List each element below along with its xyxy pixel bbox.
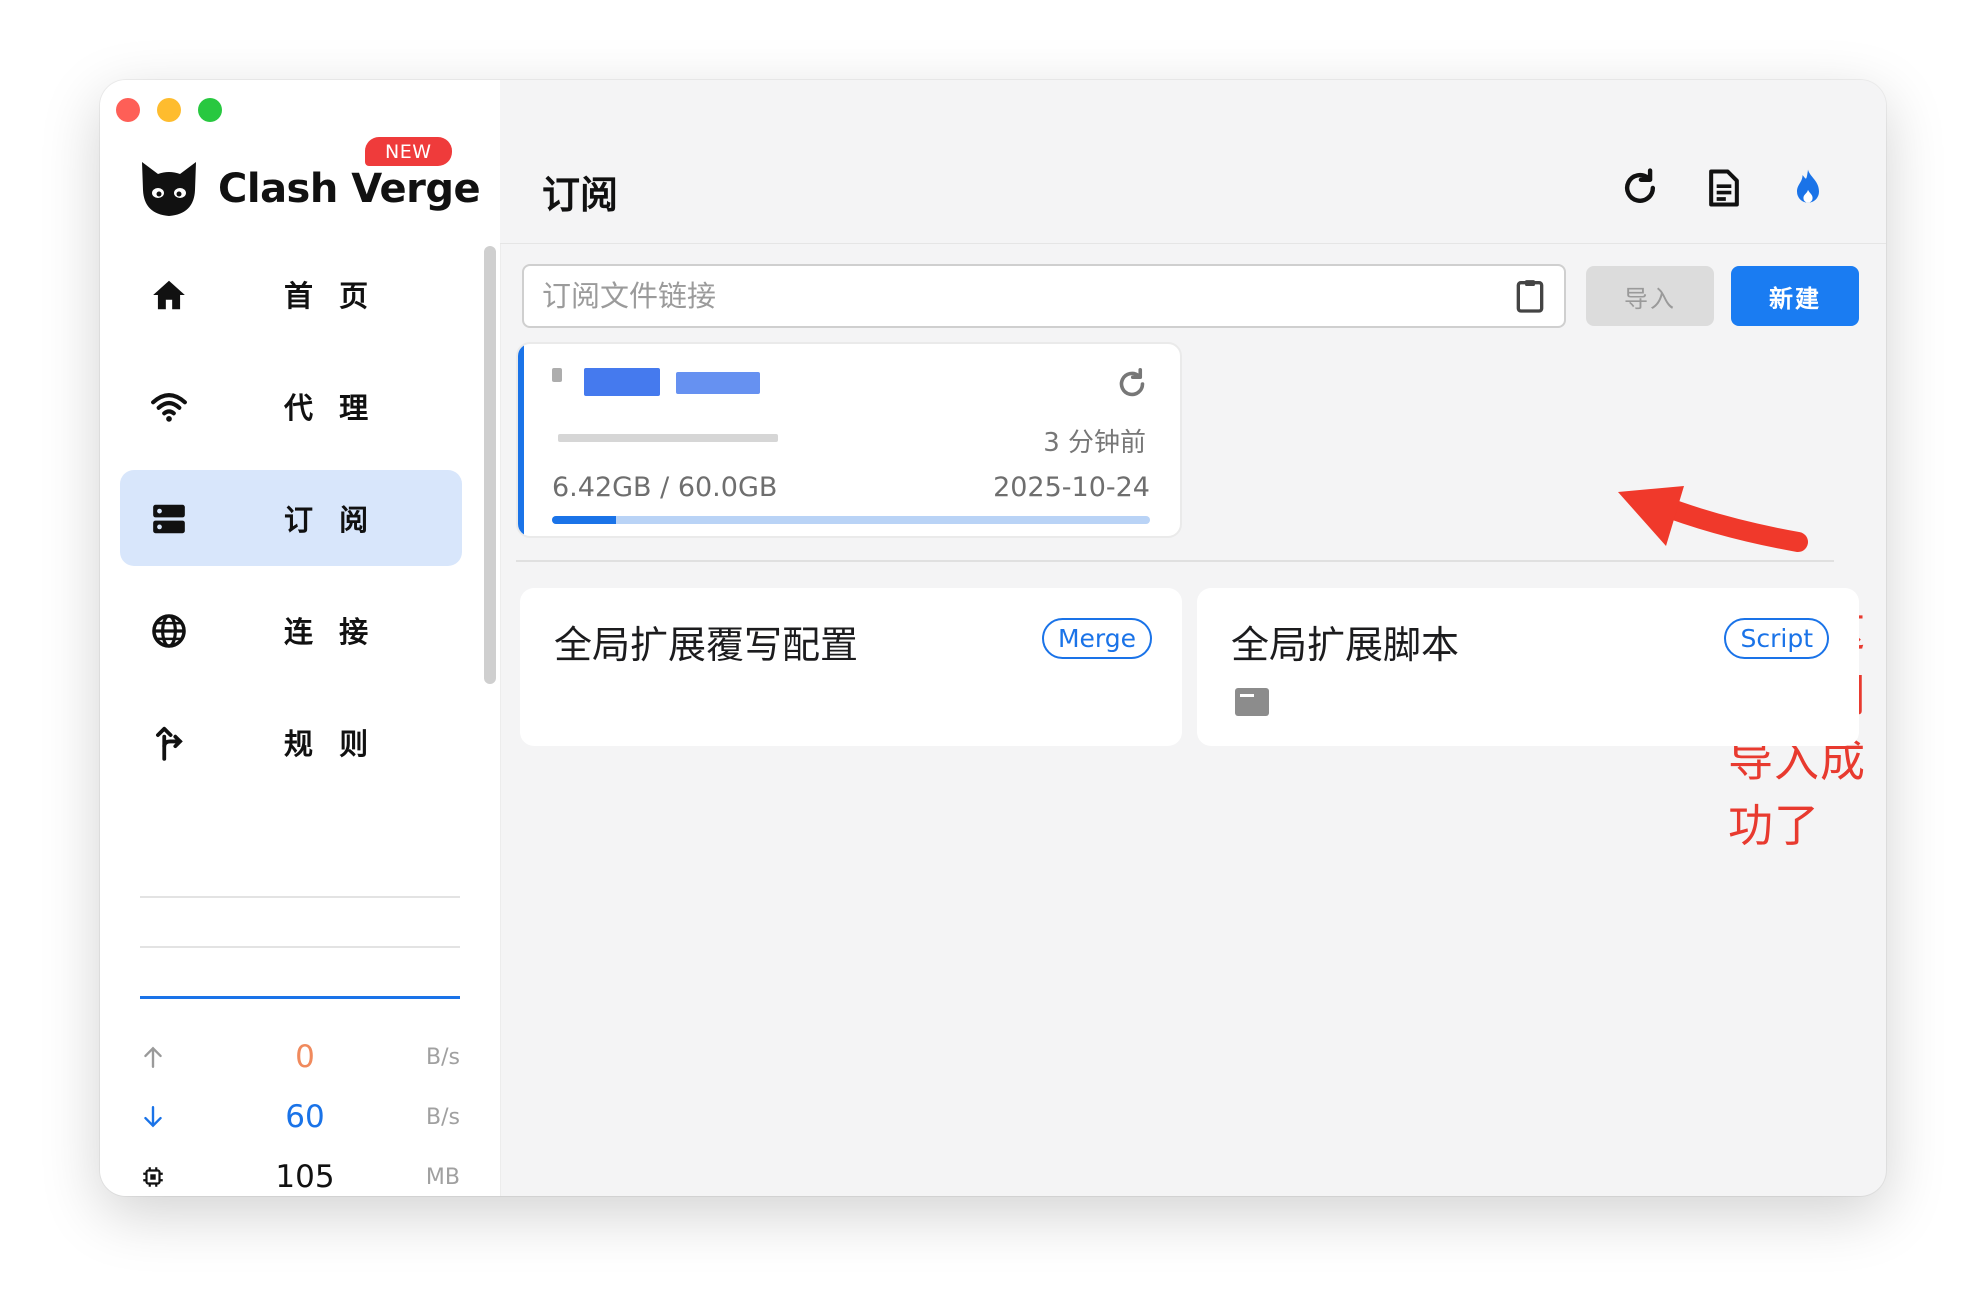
app-name: Clash Verge xyxy=(218,166,481,212)
new-profile-button[interactable]: 新建 xyxy=(1731,266,1859,326)
divider xyxy=(140,946,460,948)
close-window-button[interactable] xyxy=(116,98,140,122)
sidebar-item-label: 代 理 xyxy=(284,391,377,425)
sidebar-item-profiles[interactable]: 订 阅 xyxy=(120,470,462,566)
sidebar-item-label: 首 页 xyxy=(284,279,377,313)
traffic-graph-line xyxy=(140,996,460,999)
sidebar-item-proxy[interactable]: 代 理 xyxy=(120,358,462,454)
sidebar: Clash Verge NEW 首 页 代 理 订 阅 连 接 规 则 0 B/… xyxy=(100,80,501,1196)
zoom-window-button[interactable] xyxy=(198,98,222,122)
profile-updated-time: 3 分钟前 xyxy=(1043,428,1146,458)
sidebar-item-connections[interactable]: 连 接 xyxy=(120,582,462,678)
usage-progress-bar xyxy=(552,516,1150,524)
new-badge: NEW xyxy=(365,137,452,166)
clipboard-paste-icon[interactable] xyxy=(1510,276,1550,316)
selected-indicator xyxy=(518,344,524,536)
wifi-icon xyxy=(151,393,187,422)
memory-chip-icon xyxy=(143,1167,163,1187)
refresh-icon[interactable] xyxy=(1618,166,1662,210)
download-value: 60 xyxy=(285,1099,325,1135)
log-document-icon[interactable] xyxy=(1702,166,1746,210)
merge-card-title: 全局扩展覆写配置 xyxy=(554,623,859,667)
merge-tag: Merge xyxy=(1041,618,1152,659)
subscription-url-input[interactable] xyxy=(522,264,1566,328)
app-window: Clash Verge NEW 首 页 代 理 订 阅 连 接 规 则 0 B/… xyxy=(100,80,1886,1196)
home-icon xyxy=(153,280,185,310)
redacted-profile-name xyxy=(584,368,660,396)
memory-usage: 105 MB xyxy=(140,1152,460,1196)
route-fork-icon xyxy=(156,726,183,761)
script-card-title: 全局扩展脚本 xyxy=(1231,623,1460,667)
globe-icon xyxy=(152,614,186,648)
script-card[interactable]: 全局扩展脚本 Script xyxy=(1197,588,1859,746)
header: 订阅 xyxy=(500,80,1886,244)
download-speed: 60 B/s xyxy=(140,1092,460,1142)
sidebar-nav: 首 页 代 理 订 阅 连 接 规 则 xyxy=(120,246,462,808)
flame-icon[interactable] xyxy=(1786,166,1830,210)
upload-speed: 0 B/s xyxy=(140,1032,460,1082)
main-panel: 订阅 导入 新建 xyxy=(500,80,1886,1196)
redacted-profile-name xyxy=(676,372,760,394)
sidebar-item-label: 连 接 xyxy=(284,615,377,649)
arrow-up-icon xyxy=(144,1046,162,1068)
divider xyxy=(516,560,1834,562)
memory-value: 105 xyxy=(275,1159,335,1195)
import-button[interactable]: 导入 xyxy=(1586,266,1714,326)
merge-card[interactable]: 全局扩展覆写配置 Merge xyxy=(520,588,1182,746)
sidebar-item-rules[interactable]: 规 则 xyxy=(120,694,462,790)
app-logo: Clash Verge xyxy=(138,160,481,218)
sidebar-item-label: 订 阅 xyxy=(284,503,377,537)
script-file-icon xyxy=(1235,688,1269,716)
minimize-window-button[interactable] xyxy=(157,98,181,122)
download-unit: B/s xyxy=(426,1104,460,1130)
page-title: 订阅 xyxy=(542,173,619,217)
upload-unit: B/s xyxy=(426,1044,460,1070)
profile-expire-date: 2025-10-24 xyxy=(993,472,1150,503)
cat-logo-icon xyxy=(142,162,196,216)
sidebar-scrollbar[interactable] xyxy=(484,246,496,684)
profile-traffic: 6.42GB / 60.0GB xyxy=(552,472,778,503)
script-tag: Script xyxy=(1724,618,1829,659)
window-controls xyxy=(116,98,222,122)
profile-card[interactable]: 3 分钟前 6.42GB / 60.0GB 2025-10-24 xyxy=(516,342,1182,538)
divider xyxy=(140,896,460,898)
sidebar-item-label: 规 则 xyxy=(284,727,377,761)
sidebar-item-home[interactable]: 首 页 xyxy=(120,246,462,342)
memory-unit: MB xyxy=(425,1164,460,1190)
redacted-icon xyxy=(552,368,562,382)
redacted-profile-desc xyxy=(558,434,778,442)
update-profile-icon[interactable] xyxy=(1114,366,1150,402)
sidebar-item-logs[interactable]: 日 志 xyxy=(120,806,462,808)
upload-value: 0 xyxy=(295,1039,315,1075)
usage-progress-fill xyxy=(552,516,616,524)
server-icon xyxy=(153,504,185,534)
arrow-down-icon xyxy=(144,1106,162,1128)
